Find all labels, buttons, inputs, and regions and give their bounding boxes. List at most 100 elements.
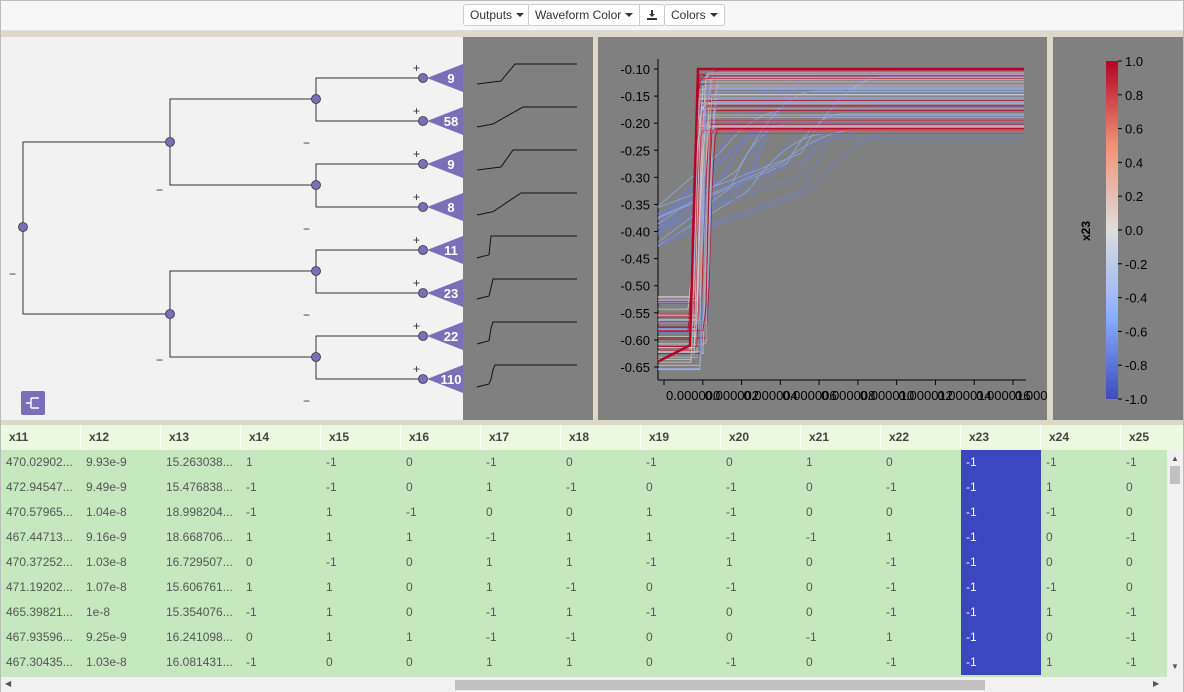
collapse-tree-button[interactable] [21,391,45,415]
table-row[interactable]: 470.37252... 1.03e-8 16.729507... 0 -1 0 1 1 -1 1… [1,550,1167,575]
outputs-dropdown[interactable]: Outputs [464,5,530,25]
table-cell: 0 [806,655,813,669]
table-row[interactable]: 470.57965... 1.04e-8 18.998204... -1 1 -1 0 0 1 -… [1,500,1167,525]
column-header-x15[interactable]: x15 [321,425,401,450]
table-cell: 15.354076... [166,605,233,619]
column-header-x24[interactable]: x24 [1041,425,1121,450]
table-cell: 0 [806,605,813,619]
table-cell: 1 [1046,605,1053,619]
table-cell: -1 [806,630,817,644]
table-cell: 9.25e-9 [86,630,127,644]
table-cell: 1 [486,480,493,494]
column-header-x14[interactable]: x14 [241,425,321,450]
colors-dropdown[interactable]: Colors [665,5,724,25]
leaf-cluster-count: 23 [444,286,458,301]
leaf-cluster-marker[interactable] [427,193,463,221]
column-header-x23[interactable]: x23 [961,425,1041,450]
column-header-x18[interactable]: x18 [561,425,641,450]
table-cell: 0 [806,555,813,569]
table-cell: 1 [486,580,493,594]
column-header-x21[interactable]: x21 [801,425,881,450]
leaf-waveform-thumbnail[interactable] [476,278,577,300]
table-cell: 1 [566,655,573,669]
scroll-up-icon[interactable]: ▲ [1171,454,1179,463]
branch-plus-sign: + [413,276,420,290]
table-cell: -1 [961,650,1041,675]
table-row[interactable]: 467.93596... 9.25e-9 16.241098... 0 1 1 -1 -1 0 0… [1,625,1167,650]
vertical-scrollbar[interactable]: ▲ ▼ [1167,450,1183,677]
scroll-right-icon[interactable]: ▶ [1153,679,1159,688]
branch-plus-sign: + [413,190,420,204]
vertical-scroll-thumb[interactable] [1170,466,1180,484]
leaf-waveform-thumbnail[interactable] [476,149,577,171]
table-cell: 1 [246,580,253,594]
outputs-dropdown-group: Outputs [463,4,532,26]
y-tick-label: -0.50 [620,279,650,294]
column-header-x16[interactable]: x16 [401,425,481,450]
leaf-waveform-thumbnail[interactable] [476,106,577,128]
table-cell: 0 [1126,505,1133,519]
table-cell: 1 [246,530,253,544]
scroll-down-icon[interactable]: ▼ [1171,662,1179,671]
scroll-left-icon[interactable]: ◀ [5,679,11,688]
x-tick-label: 0.000018 [1015,388,1047,403]
waveform-chart: -0.10 -0.15 -0.20 -0.25 -0.30 -0.35 -0.40 -0.45… [620,59,1069,403]
horizontal-scroll-thumb[interactable] [455,680,985,690]
branch-minus-sign: − [303,222,310,236]
waveform-trace [658,72,1024,317]
table-cell: -1 [726,480,737,494]
table-row[interactable]: 467.30435... 1.03e-8 16.081431... -1 0 0 1 1 0 -1… [1,650,1167,675]
table-cell: 1 [566,555,573,569]
leaf-waveform-thumbnail[interactable] [476,364,577,388]
table-cell: -1 [1046,505,1057,519]
column-header-x20[interactable]: x20 [721,425,801,450]
leaf-waveform-thumbnail[interactable] [476,192,577,216]
column-header-x25[interactable]: x25 [1121,425,1183,450]
table-cell: 471.19202... [6,580,73,594]
column-header-x11[interactable]: x11 [1,425,81,450]
leaf-waveform-thumbnail[interactable] [476,63,577,85]
chevron-down-icon [625,13,634,17]
table-row[interactable]: 467.44713... 9.16e-9 18.668706... 1 1 1 -1 1 1 -1… [1,525,1167,550]
leaf-waveform-thumbnail[interactable] [476,235,577,259]
table-cell: 1 [406,530,413,544]
colorbar-panel: x23 1.0 0.8 0.6 0.4 0.2 0.0 -0.2 -0.4 -0.6 -0.8 -1… [1053,37,1183,420]
colorbar-tick-label: 0.6 [1125,122,1143,137]
table-cell: 0 [1126,580,1133,594]
colorbar-tick-label: 0.8 [1125,88,1143,103]
waveform-trace [658,76,1024,353]
table-cell: 0 [1126,480,1133,494]
table-cell: -1 [326,455,337,469]
table-row[interactable]: 472.94547... 9.49e-9 15.476838... -1 -1 0 1 -1 0… [1,475,1167,500]
column-header-x22[interactable]: x22 [881,425,961,450]
table-cell: -1 [1046,580,1057,594]
table-cell: 1 [726,555,733,569]
table-row[interactable]: 471.19202... 1.07e-8 15.606761... 1 1 0 1 -1 0 -1… [1,575,1167,600]
table-cell: 0 [806,480,813,494]
column-header-x13[interactable]: x13 [161,425,241,450]
leaf-waveform-thumbnail[interactable] [476,321,577,345]
horizontal-scrollbar[interactable]: ◀ ▶ [1,677,1183,692]
colorbar-tick-label: -0.8 [1125,358,1147,373]
table-cell: 1e-8 [86,605,111,619]
leaf-cluster-marker[interactable] [427,150,463,178]
table-cell: -1 [726,655,737,669]
table-cell: 1 [646,530,653,544]
table-cell: 1 [326,630,333,644]
leaf-cluster-marker[interactable] [427,64,463,92]
table-cell: 0 [886,455,893,469]
download-button[interactable] [640,5,664,25]
table-cell: 0 [486,505,493,519]
column-header-x19[interactable]: x19 [641,425,721,450]
table-row[interactable]: 470.02902... 9.93e-9 15.263038... 1 -1 0 -1 0 -1… [1,450,1167,475]
column-header-x17[interactable]: x17 [481,425,561,450]
outputs-label: Outputs [470,8,513,22]
waveform-color-dropdown[interactable]: Waveform Color [529,5,641,25]
table-cell: -1 [886,605,897,619]
app-window: Outputs Waveform Color Colors 9 58 9 8 1… [0,0,1184,692]
table-row[interactable]: 465.39821... 1e-8 15.354076... -1 1 0 -1 1 -1 0 0 -… [1,600,1167,625]
colorbar-tick-label: 1.0 [1125,54,1143,69]
waveform-color-group: Waveform Color [528,4,666,26]
table-cell: -1 [646,555,657,569]
column-header-x12[interactable]: x12 [81,425,161,450]
